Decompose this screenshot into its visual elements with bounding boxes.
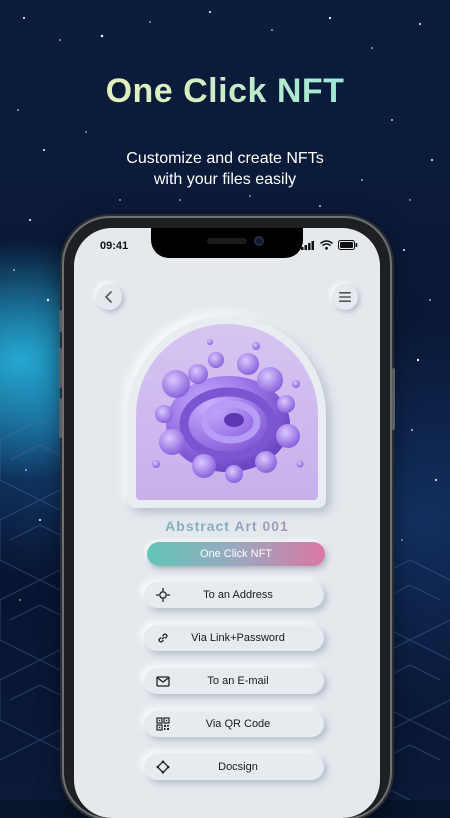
nft-title: Abstract Art 001: [74, 518, 380, 534]
promo-headline: One Click NFT: [0, 72, 450, 111]
front-camera: [254, 236, 264, 246]
docsign-label: Docsign: [218, 761, 258, 773]
promo-subline-line-2: with your files easily: [153, 171, 297, 188]
crosshair-icon: [156, 588, 170, 602]
via-link-password-label: Via Link+Password: [191, 632, 285, 644]
notch: [151, 228, 303, 258]
status-icons: [301, 240, 358, 250]
wifi-icon: [320, 240, 333, 250]
nft-artwork: [136, 324, 318, 500]
menu-button[interactable]: [332, 284, 358, 310]
signal-icon: [301, 241, 314, 250]
status-time: 09:41: [100, 240, 129, 252]
to-address-label: To an Address: [203, 589, 273, 601]
phone-mute-switch: [59, 310, 62, 332]
battery-icon: [338, 240, 358, 250]
to-email-label: To an E-mail: [207, 675, 269, 687]
promo-subline: Customize and create NFTs with your file…: [0, 148, 450, 190]
earpiece: [207, 238, 247, 244]
app-screen: 09:41 Abstract Art 001 One Click NFT To …: [74, 228, 380, 818]
via-qr-code-button[interactable]: Via QR Code: [144, 711, 324, 737]
abstract-blob-artwork: [152, 339, 304, 483]
qr-code-icon: [156, 717, 170, 731]
via-qr-code-label: Via QR Code: [205, 718, 271, 730]
phone-volume-up: [59, 348, 62, 388]
one-click-nft-button[interactable]: One Click NFT: [147, 542, 325, 566]
docsign-button[interactable]: Docsign: [144, 754, 324, 780]
to-email-button[interactable]: To an E-mail: [144, 668, 324, 694]
docsign-icon: [156, 760, 170, 774]
via-link-password-button[interactable]: Via Link+Password: [144, 625, 324, 651]
hamburger-menu-icon: [339, 292, 351, 302]
link-icon: [158, 633, 168, 643]
phone-frame: 09:41 Abstract Art 001 One Click NFT To …: [59, 218, 395, 818]
promo-subline-line-1: Customize and create NFTs: [126, 150, 324, 167]
phone-volume-down: [59, 398, 62, 438]
nft-artwork-card[interactable]: [128, 316, 326, 508]
chevron-left-icon: [104, 291, 112, 303]
to-address-button[interactable]: To an Address: [144, 582, 324, 608]
mail-icon: [156, 676, 170, 687]
phone-power-button: [392, 368, 395, 430]
back-button[interactable]: [96, 284, 122, 310]
